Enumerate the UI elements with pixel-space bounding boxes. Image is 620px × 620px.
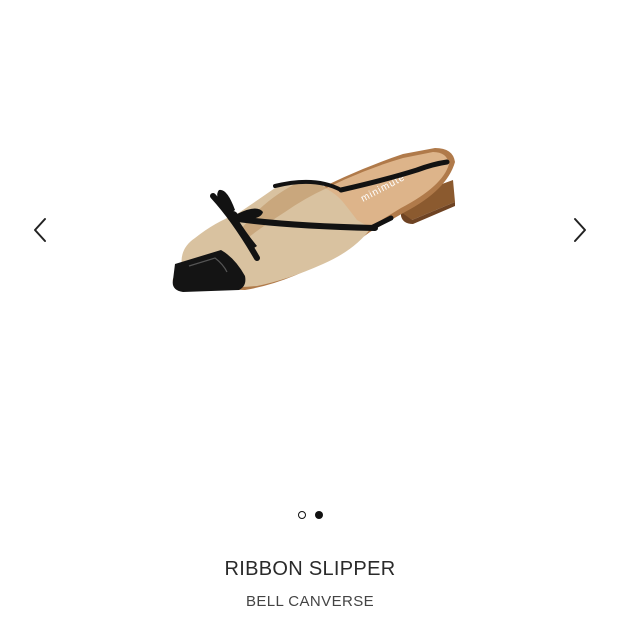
carousel-pagination xyxy=(0,511,620,519)
carousel-next-button[interactable] xyxy=(566,214,594,246)
product-image: minimute xyxy=(172,148,455,292)
product-brand[interactable]: BELL CANVERSE xyxy=(0,593,620,610)
pagination-dot-1[interactable] xyxy=(297,511,306,519)
chevron-left-icon xyxy=(34,218,46,242)
chevron-right-icon xyxy=(574,218,586,242)
carousel-prev-button[interactable] xyxy=(26,214,54,246)
product-title: RIBBON SLIPPER xyxy=(224,558,396,580)
product-image-carousel[interactable]: minimute xyxy=(0,0,620,490)
pagination-dot-2[interactable] xyxy=(314,511,323,519)
